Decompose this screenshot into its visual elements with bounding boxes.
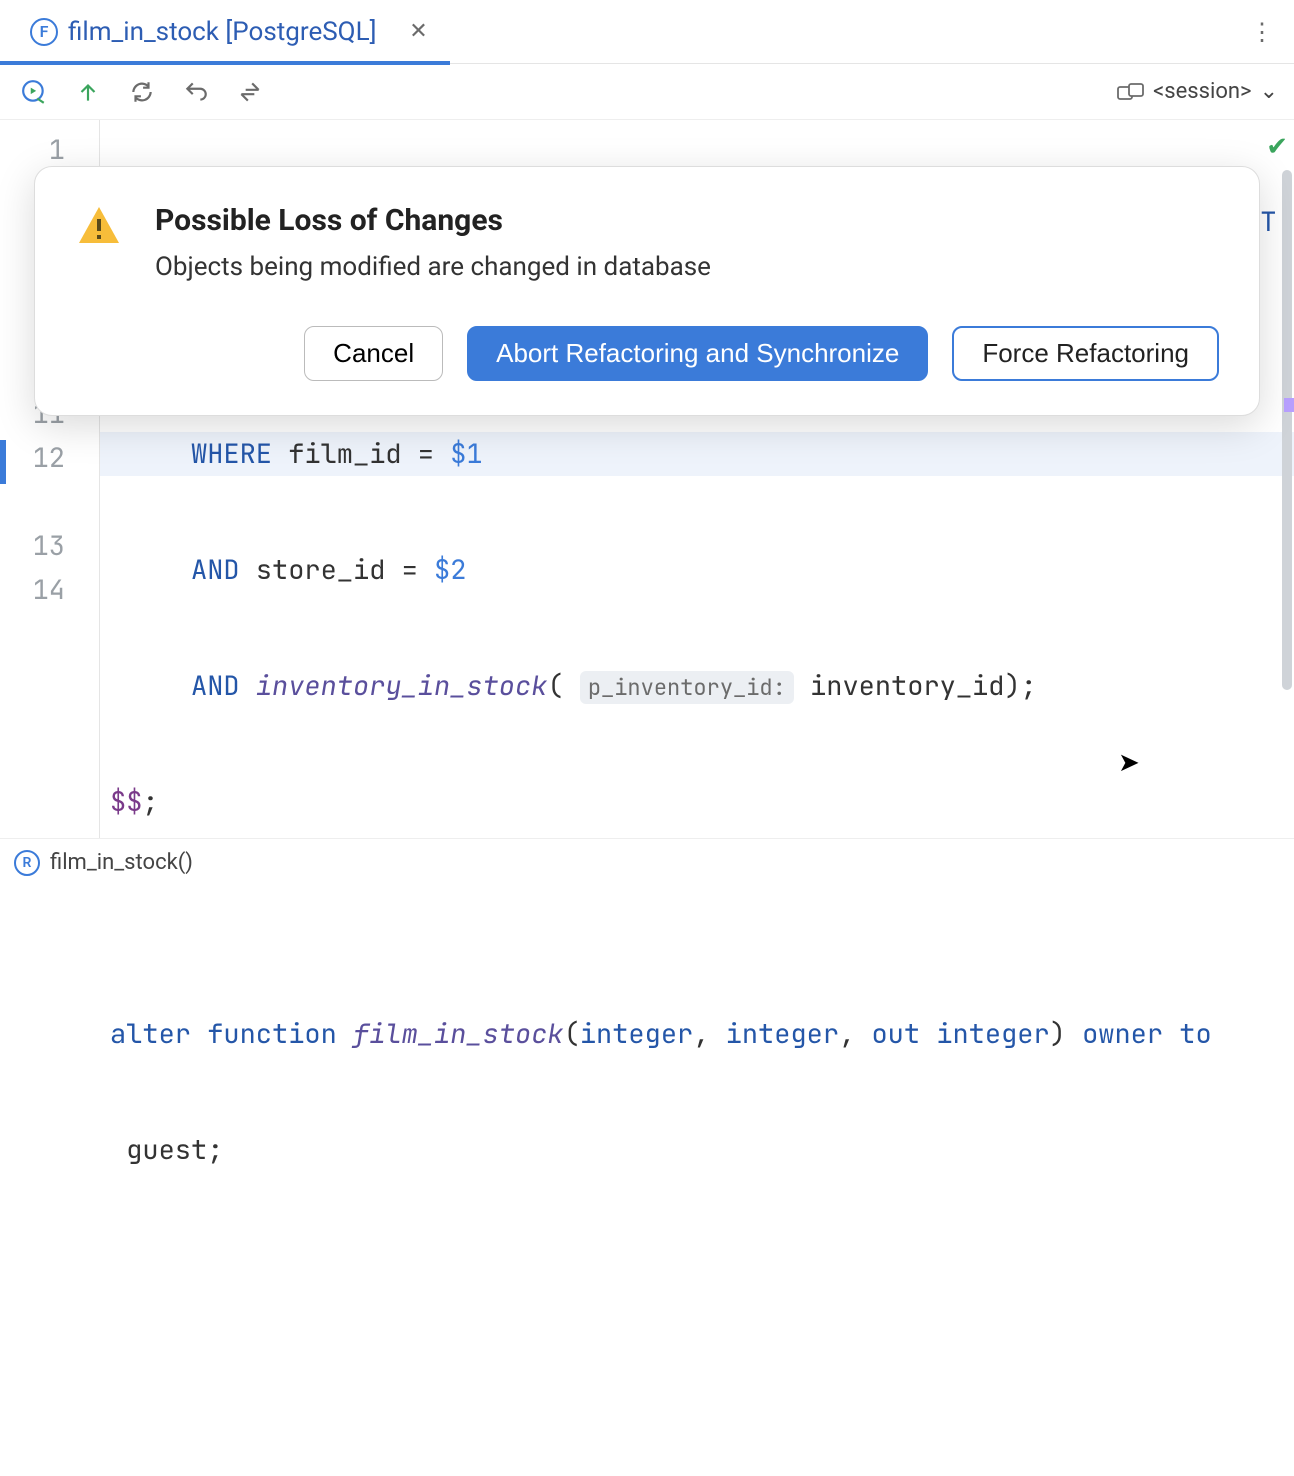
confirm-dialog: Possible Loss of Changes Objects being m… <box>34 166 1260 416</box>
routine-icon: R <box>14 850 40 876</box>
code-line <box>100 896 1294 940</box>
error-stripe-marker[interactable] <box>1284 398 1294 412</box>
migrate-icon[interactable] <box>232 74 268 110</box>
cancel-button[interactable]: Cancel <box>304 326 443 381</box>
code-line: guest; <box>100 1128 1294 1172</box>
code-line: alter function film_in_stock(integer, in… <box>100 1012 1294 1056</box>
close-tab-icon[interactable]: ✕ <box>400 14 436 50</box>
abort-sync-button[interactable]: Abort Refactoring and Synchronize <box>467 326 928 381</box>
session-selector[interactable]: <session> ⌄ <box>1117 79 1278 104</box>
dialog-title: Possible Loss of Changes <box>155 203 711 238</box>
dialog-message: Objects being modified are changed in da… <box>155 252 711 282</box>
editor-toolbar: <session> ⌄ <box>0 64 1294 120</box>
chevron-down-icon: ⌄ <box>1260 79 1278 104</box>
code-line: $$; <box>100 780 1294 824</box>
code-line: AND inventory_in_stock( p_inventory_id: … <box>100 664 1294 708</box>
scrollbar-thumb[interactable] <box>1282 170 1292 690</box>
code-line <box>100 1360 1294 1404</box>
status-bar: R film_in_stock() <box>0 838 1294 886</box>
breadcrumb[interactable]: film_in_stock() <box>50 850 193 875</box>
more-menu-icon[interactable]: ⋮ <box>1242 12 1282 52</box>
run-icon[interactable] <box>16 74 52 110</box>
gutter-change-marker <box>0 440 6 484</box>
warning-icon <box>75 203 123 251</box>
active-tab-indicator <box>0 61 450 65</box>
sync-icon[interactable] <box>124 74 160 110</box>
tab-title: film_in_stock [PostgreSQL] <box>68 17 376 47</box>
code-line: WHERE film_id = $1 <box>100 432 1294 476</box>
editor-tab[interactable]: F film_in_stock [PostgreSQL] ✕ <box>12 0 454 64</box>
session-icon <box>1117 82 1145 102</box>
inlay-hint: p_inventory_id: <box>580 671 794 704</box>
vertical-scrollbar[interactable] <box>1280 130 1294 838</box>
mouse-cursor: ➤ <box>1118 748 1140 778</box>
function-icon: F <box>30 18 58 46</box>
force-refactoring-button[interactable]: Force Refactoring <box>952 326 1219 381</box>
commit-icon[interactable] <box>70 74 106 110</box>
session-label: <session> <box>1153 79 1251 104</box>
code-line <box>100 1244 1294 1288</box>
rollback-icon[interactable] <box>178 74 214 110</box>
tab-bar: F film_in_stock [PostgreSQL] ✕ ⋮ <box>0 0 1294 64</box>
code-line: AND store_id = $2 <box>100 548 1294 592</box>
